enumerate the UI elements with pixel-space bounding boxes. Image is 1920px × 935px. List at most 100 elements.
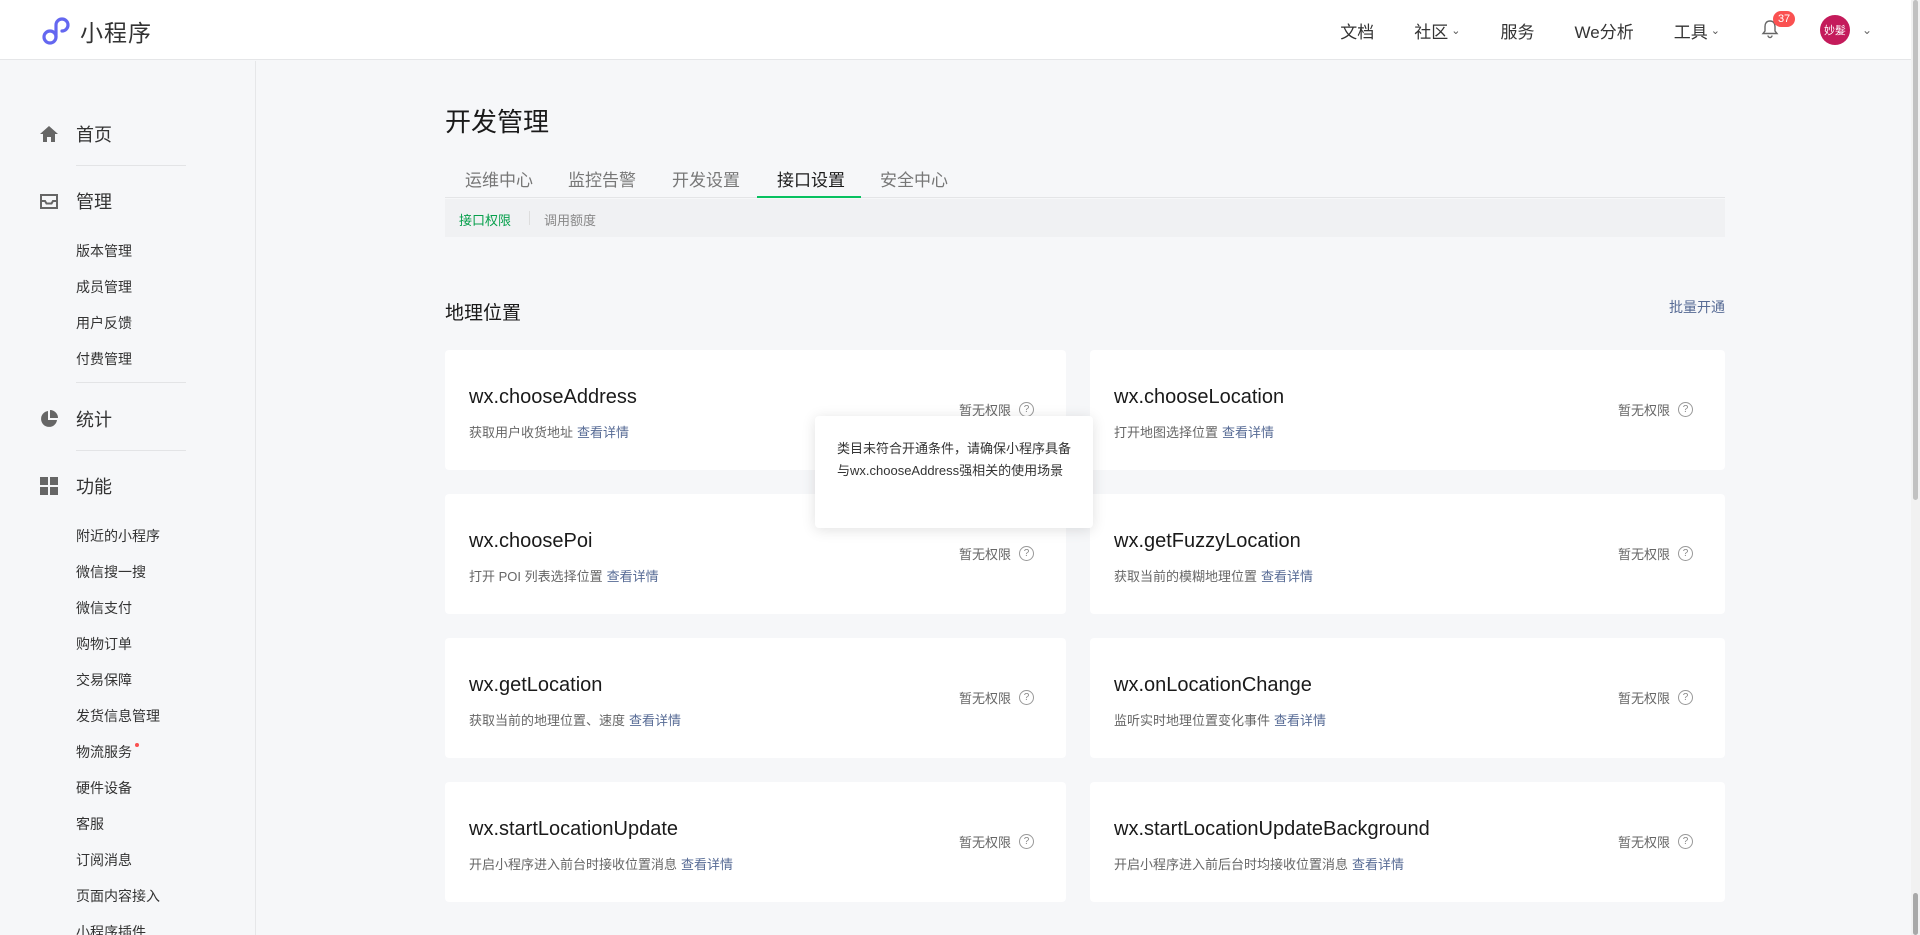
permission-status: 暂无权限? xyxy=(1618,832,1693,851)
sidebar-item-nearby[interactable]: 附近的小程序 xyxy=(76,526,160,546)
help-icon[interactable]: ? xyxy=(1678,834,1693,849)
api-card: wx.getFuzzyLocation 获取当前的模糊地理位置 查看详情 暂无权限… xyxy=(1090,494,1725,614)
scrollbar[interactable] xyxy=(1911,0,1920,935)
sidebar-label: 管理 xyxy=(76,192,112,212)
sidebar-item-logistics[interactable]: 物流服务 xyxy=(76,742,139,762)
help-icon[interactable]: ? xyxy=(1678,690,1693,705)
sidebar-item-guarantee[interactable]: 交易保障 xyxy=(76,670,132,690)
view-details-link[interactable]: 查看详情 xyxy=(1274,713,1326,728)
view-details-link[interactable]: 查看详情 xyxy=(1222,425,1274,440)
sidebar-item-feedback[interactable]: 用户反馈 xyxy=(76,313,132,333)
divider xyxy=(529,211,530,225)
view-details-link[interactable]: 查看详情 xyxy=(629,713,681,728)
grid-icon xyxy=(38,475,60,497)
api-desc-text: 开启小程序进入前后台时均接收位置消息 xyxy=(1114,857,1349,872)
permission-status: 暂无权限? xyxy=(959,544,1034,563)
sidebar-item-orders[interactable]: 购物订单 xyxy=(76,634,132,654)
avatar[interactable]: 妙髮 xyxy=(1819,15,1850,45)
api-desc: 获取用户收货地址 查看详情 xyxy=(469,422,629,441)
tab-monitor[interactable]: 监控告警 xyxy=(568,166,636,198)
view-details-link[interactable]: 查看详情 xyxy=(1261,569,1313,584)
sidebar-item-subscription[interactable]: 订阅消息 xyxy=(76,850,132,870)
inbox-icon xyxy=(38,190,60,212)
notification-badge: 37 xyxy=(1772,11,1796,27)
api-card: wx.getLocation 获取当前的地理位置、速度 查看详情 暂无权限? xyxy=(445,638,1066,758)
tab-dev-settings[interactable]: 开发设置 xyxy=(672,166,740,198)
sidebar-item-wechat-pay[interactable]: 微信支付 xyxy=(76,598,132,618)
sidebar-item-search[interactable]: 微信搜一搜 xyxy=(76,562,146,582)
api-card: wx.onLocationChange 监听实时地理位置变化事件 查看详情 暂无权… xyxy=(1090,638,1725,758)
permission-status: 暂无权限? xyxy=(1618,544,1693,563)
tab-api-settings[interactable]: 接口设置 xyxy=(777,166,845,198)
nav-label: 社区 xyxy=(1414,22,1449,42)
sidebar-item-version[interactable]: 版本管理 xyxy=(76,241,132,261)
notification-button[interactable]: 37 xyxy=(1760,11,1796,41)
api-name: wx.getLocation xyxy=(469,674,603,696)
permission-text: 暂无权限 xyxy=(958,547,1011,562)
sidebar-item-payment[interactable]: 付费管理 xyxy=(76,349,132,369)
avatar-text: 妙髮 xyxy=(1823,25,1846,37)
permission-status: 暂无权限? xyxy=(1618,400,1693,419)
nav-community[interactable]: 社区 ⌄ xyxy=(1414,18,1460,43)
sidebar-label: 首页 xyxy=(76,125,112,145)
chevron-down-icon: ⌄ xyxy=(1451,24,1461,37)
sidebar-item-shipping-info[interactable]: 发货信息管理 xyxy=(76,706,160,726)
api-name: wx.chooseLocation xyxy=(1114,386,1285,408)
tab-ops[interactable]: 运维中心 xyxy=(465,166,533,198)
api-name: wx.startLocationUpdate xyxy=(469,818,679,840)
sidebar-item-home[interactable]: 首页 xyxy=(38,121,112,147)
api-desc-text: 开启小程序进入前台时接收位置消息 xyxy=(469,857,678,872)
view-details-link[interactable]: 查看详情 xyxy=(607,569,659,584)
api-name: wx.choosePoi xyxy=(469,530,593,552)
sidebar-item-customer-service[interactable]: 客服 xyxy=(76,814,104,834)
permission-status: 暂无权限? xyxy=(959,832,1034,851)
sidebar-item-features[interactable]: 功能 xyxy=(38,473,112,499)
scrollbar-thumb[interactable] xyxy=(1913,0,1918,500)
miniprogram-logo-icon xyxy=(42,17,70,45)
scrollbar-thumb-secondary[interactable] xyxy=(1913,893,1918,935)
view-details-link[interactable]: 查看详情 xyxy=(577,425,629,440)
sidebar-item-manage[interactable]: 管理 xyxy=(38,188,112,214)
chevron-down-icon[interactable]: ⌄ xyxy=(1862,23,1872,37)
tab-security[interactable]: 安全中心 xyxy=(880,166,948,198)
help-icon[interactable]: ? xyxy=(1019,402,1034,417)
subtab-bar: 接口权限 调用额度 xyxy=(445,199,1725,237)
permission-text: 暂无权限 xyxy=(958,691,1011,706)
home-icon xyxy=(38,123,60,145)
divider xyxy=(76,450,186,451)
permission-text: 暂无权限 xyxy=(1617,547,1670,562)
api-desc: 打开 POI 列表选择位置 查看详情 xyxy=(469,566,659,585)
subtab-quota[interactable]: 调用额度 xyxy=(544,210,596,229)
divider xyxy=(76,382,186,383)
help-icon[interactable]: ? xyxy=(1678,546,1693,561)
nav-analytics[interactable]: We分析 xyxy=(1575,18,1634,43)
nav-services[interactable]: 服务 xyxy=(1501,18,1535,43)
api-card: wx.chooseLocation 打开地图选择位置 查看详情 暂无权限? xyxy=(1090,350,1725,470)
help-icon[interactable]: ? xyxy=(1019,834,1034,849)
api-name: wx.chooseAddress xyxy=(469,386,637,408)
permission-status: 暂无权限? xyxy=(959,688,1034,707)
api-desc-text: 打开地图选择位置 xyxy=(1114,425,1219,440)
api-desc-text: 监听实时地理位置变化事件 xyxy=(1114,713,1271,728)
sidebar-item-members[interactable]: 成员管理 xyxy=(76,277,132,297)
batch-open-link[interactable]: 批量开通 xyxy=(1669,297,1725,317)
view-details-link[interactable]: 查看详情 xyxy=(1352,857,1404,872)
help-icon[interactable]: ? xyxy=(1019,546,1034,561)
help-icon[interactable]: ? xyxy=(1678,402,1693,417)
brand[interactable]: 小程序 xyxy=(39,14,152,48)
sidebar: 首页 管理 版本管理 成员管理 用户反馈 付费管理 统计 功能 附近的小程序 微… xyxy=(0,61,256,935)
nav-tools[interactable]: 工具 ⌄ xyxy=(1674,18,1720,43)
sidebar-item-plugins[interactable]: 小程序插件 xyxy=(76,922,146,935)
permission-text: 暂无权限 xyxy=(1617,403,1670,418)
active-tab-indicator xyxy=(757,196,861,198)
top-bar: 小程序 文档 社区 ⌄ 服务 We分析 工具 ⌄ 37 妙髮 ⌄ xyxy=(0,0,1920,60)
help-icon[interactable]: ? xyxy=(1019,690,1034,705)
sidebar-item-stats[interactable]: 统计 xyxy=(38,406,112,432)
sidebar-item-hardware[interactable]: 硬件设备 xyxy=(76,778,132,798)
subtab-permissions[interactable]: 接口权限 xyxy=(459,210,511,229)
view-details-link[interactable]: 查看详情 xyxy=(681,857,733,872)
api-name: wx.getFuzzyLocation xyxy=(1114,530,1301,552)
nav-docs[interactable]: 文档 xyxy=(1340,18,1374,43)
sidebar-item-page-content[interactable]: 页面内容接入 xyxy=(76,886,160,906)
api-desc: 开启小程序进入前后台时均接收位置消息 查看详情 xyxy=(1114,854,1404,873)
